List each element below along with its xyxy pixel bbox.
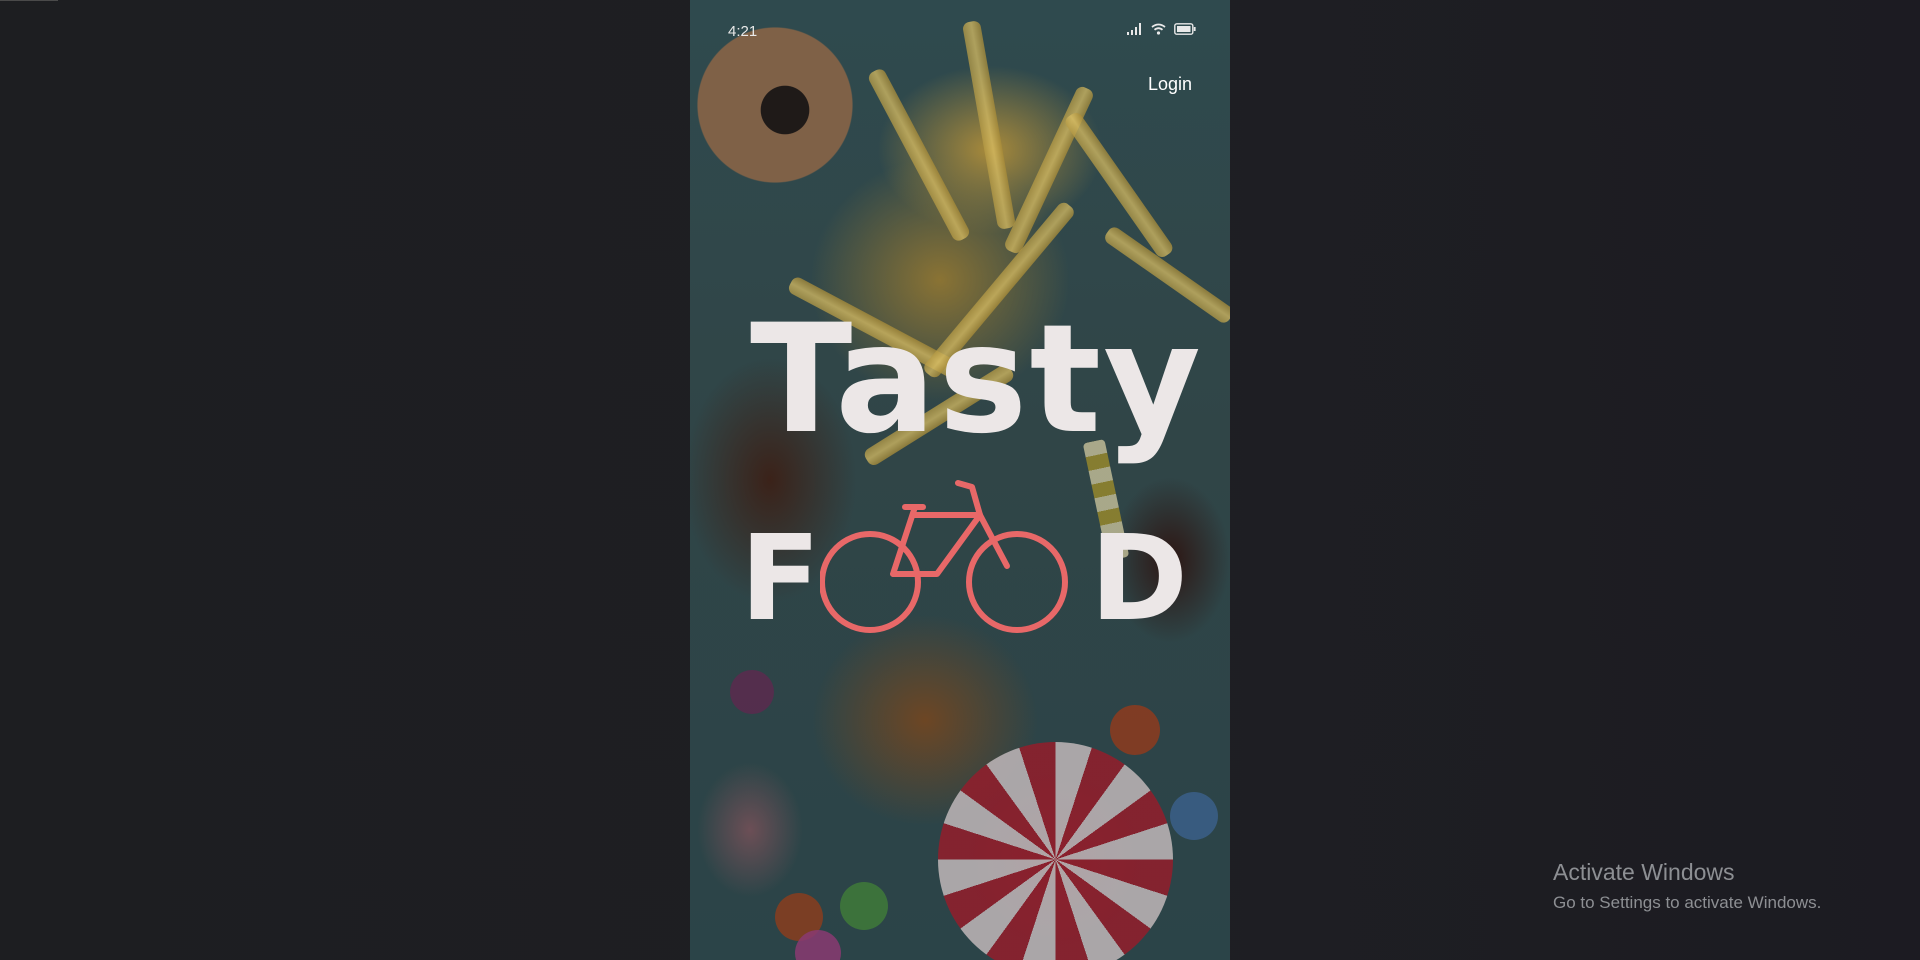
status-bar: 4:21: [690, 0, 1230, 60]
windows-activation-watermark: Activate Windows Go to Settings to activ…: [1553, 858, 1821, 915]
phone-screen: 4:21 Login Tasty F D: [690, 0, 1230, 960]
logo-letter-d: D: [1090, 509, 1188, 647]
logo-letter-f: F: [740, 509, 821, 647]
battery-icon: [1174, 23, 1196, 35]
watermark-title: Activate Windows: [1553, 859, 1735, 885]
wifi-icon: [1151, 23, 1166, 35]
logo-word-tasty: Tasty: [750, 293, 1203, 467]
signal-icon: [1127, 23, 1143, 35]
bicycle-icon: [819, 475, 1070, 645]
status-time: 4:21: [728, 23, 758, 40]
login-button[interactable]: Login: [1146, 72, 1194, 97]
watermark-subtitle: Go to Settings to activate Windows.: [1553, 893, 1822, 912]
screen-top-line: [0, 0, 58, 1]
